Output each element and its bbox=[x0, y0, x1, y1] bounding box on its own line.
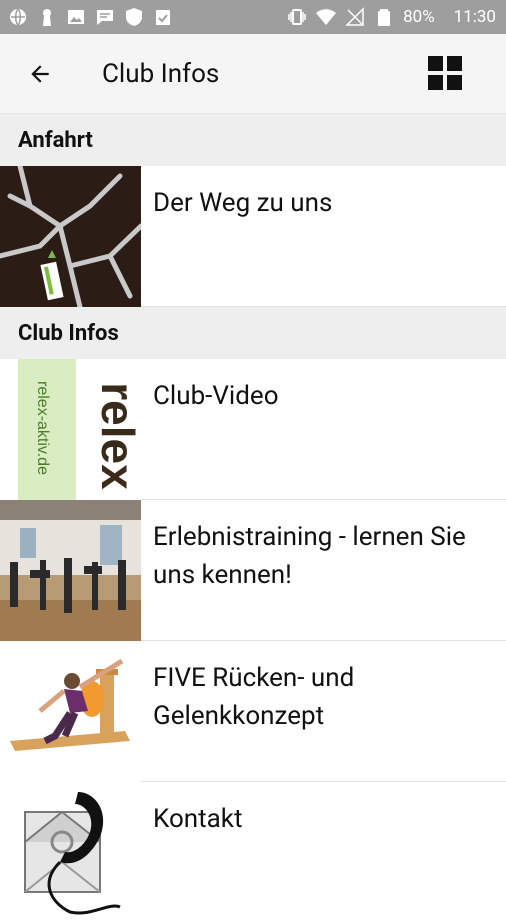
list-item-label: Kontakt bbox=[153, 804, 243, 834]
grid-view-button[interactable] bbox=[426, 54, 464, 92]
relex-site-text: relex-aktiv.de bbox=[34, 381, 51, 475]
list-item-label: Der Weg zu uns bbox=[153, 188, 333, 218]
image-icon bbox=[68, 10, 84, 24]
list-item-contact[interactable]: Kontakt bbox=[0, 782, 506, 923]
status-icons-right: 80% 11:30 bbox=[287, 7, 496, 27]
relex-logo-thumbnail: relex relex-aktiv.de bbox=[0, 359, 141, 500]
app-bar: Club Infos bbox=[0, 34, 506, 114]
page-title: Club Infos bbox=[102, 59, 220, 89]
relex-logo-text: relex bbox=[92, 382, 141, 490]
map-icon bbox=[0, 166, 141, 307]
battery-percent: 80% bbox=[403, 7, 435, 27]
arrow-left-icon bbox=[31, 65, 49, 83]
vibrate-icon bbox=[288, 9, 306, 25]
envelope-phone-icon bbox=[0, 782, 141, 923]
keyhole-icon bbox=[43, 9, 51, 26]
list-item-club-video[interactable]: relex relex-aktiv.de Club-Video bbox=[0, 359, 506, 500]
gym-thumbnail bbox=[0, 500, 141, 641]
battery-icon bbox=[378, 9, 391, 26]
shield-icon bbox=[126, 8, 142, 26]
exercise-image-icon bbox=[0, 641, 141, 782]
list-item-five-concept[interactable]: FIVE Rücken- und Gelenkkonzept bbox=[0, 641, 506, 782]
contact-thumbnail bbox=[0, 782, 141, 923]
wifi-icon bbox=[316, 9, 337, 25]
clock: 11:30 bbox=[453, 7, 496, 27]
section-header-club-infos: Club Infos bbox=[0, 307, 506, 359]
clipboard-icon bbox=[156, 10, 170, 25]
list-item-label: FIVE Rücken- und Gelenkkonzept bbox=[153, 663, 355, 731]
back-button[interactable] bbox=[22, 56, 58, 92]
status-icons-left bbox=[8, 7, 173, 27]
map-thumbnail bbox=[0, 166, 141, 307]
list-item-label: Erlebnistraining - lernen Sie uns kennen… bbox=[153, 522, 466, 590]
gym-image-icon bbox=[0, 500, 141, 641]
no-signal-icon bbox=[345, 7, 364, 26]
list-item-label: Club-Video bbox=[153, 381, 279, 411]
browser-icon bbox=[10, 8, 26, 26]
section-header-anfahrt: Anfahrt bbox=[0, 114, 506, 166]
grid-icon bbox=[428, 56, 462, 90]
exercise-thumbnail bbox=[0, 641, 141, 782]
list-item-experience-training[interactable]: Erlebnistraining - lernen Sie uns kennen… bbox=[0, 500, 506, 641]
status-bar: 80% 11:30 bbox=[0, 0, 506, 34]
list-item-directions[interactable]: Der Weg zu uns bbox=[0, 166, 506, 307]
message-icon bbox=[97, 10, 113, 25]
